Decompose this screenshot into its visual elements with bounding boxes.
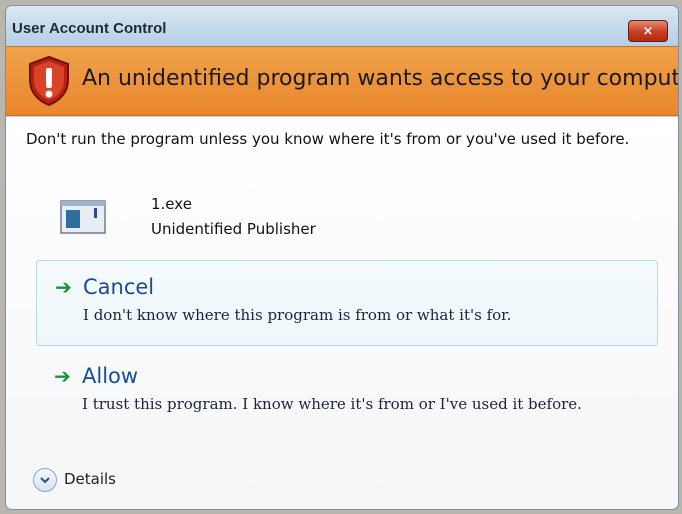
details-toggle-button[interactable] <box>33 468 57 492</box>
close-button[interactable]: × <box>628 20 668 42</box>
allow-title: Allow <box>82 364 139 388</box>
chevron-down-icon <box>40 477 50 484</box>
arrow-right-icon: ➔ <box>54 364 71 388</box>
uac-dialog: User Account Control × An unidentified p… <box>6 6 678 509</box>
cancel-description: I don't know where this program is from … <box>83 306 512 324</box>
warning-shield-icon <box>29 55 69 107</box>
warning-text: Don't run the program unless you know wh… <box>26 130 630 148</box>
cancel-title: Cancel <box>83 275 155 299</box>
title-bar: User Account Control × <box>6 6 678 46</box>
close-icon: × <box>642 23 654 39</box>
allow-option[interactable]: ➔ Allow I trust this program. I know whe… <box>36 350 656 434</box>
allow-description: I trust this program. I know where it's … <box>82 395 582 413</box>
dialog-content: Don't run the program unless you know wh… <box>6 116 678 509</box>
window-title: User Account Control <box>12 20 167 37</box>
program-publisher: Unidentified Publisher <box>151 220 316 238</box>
program-name: 1.exe <box>151 195 192 213</box>
banner-title: An unidentified program wants access to … <box>82 66 678 91</box>
details-label[interactable]: Details <box>64 470 116 488</box>
arrow-right-icon: ➔ <box>55 275 72 299</box>
program-icon <box>60 200 106 234</box>
warning-banner: An unidentified program wants access to … <box>6 46 678 116</box>
cancel-option[interactable]: ➔ Cancel I don't know where this program… <box>36 260 658 346</box>
